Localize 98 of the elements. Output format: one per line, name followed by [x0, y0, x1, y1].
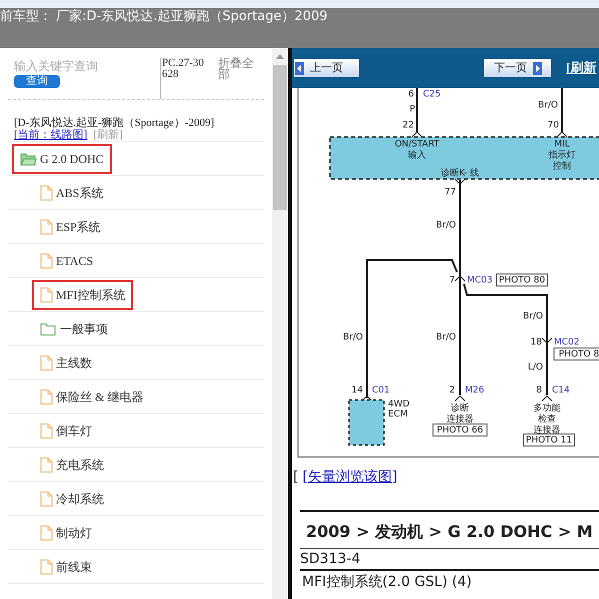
tree-item-label: ETACS — [56, 252, 94, 270]
diagram-label: 连接器 — [446, 414, 474, 424]
pin-number: 22 — [402, 120, 414, 130]
scrollbar[interactable] — [272, 48, 288, 599]
wire-color-label: Br/O — [436, 332, 456, 342]
diagram-label: MIL — [554, 139, 570, 150]
vehicle-label: [D-东风悦达.起亚-狮跑（Sportage）-2009] — [14, 118, 216, 129]
tree-item-label: MFI控制系统 — [56, 286, 126, 304]
right-arrow-icon — [533, 62, 542, 74]
photo-tag: PHOTO 66 — [432, 424, 488, 436]
folder-icon — [40, 322, 57, 336]
diagram-label: ON/START — [394, 139, 440, 150]
current-view-link[interactable]: [当前：线路图] — [14, 129, 88, 141]
scroll-up-icon[interactable] — [276, 54, 284, 59]
pin-number: 14 — [352, 385, 363, 396]
collapse-all-link[interactable]: 折叠全部 — [218, 58, 260, 80]
tree-item-label: 前线束 — [56, 558, 92, 576]
vector-view-link[interactable]: [矢量浏览该图] — [302, 466, 398, 488]
document-icon — [40, 422, 53, 438]
tree-item[interactable]: 冷却系统 — [32, 484, 112, 514]
tree-item[interactable]: ETACS — [32, 246, 102, 276]
pin-number: 70 — [548, 120, 559, 130]
document-icon — [40, 388, 53, 404]
diagram-label: 控制 — [553, 161, 571, 172]
folder-icon — [20, 152, 37, 166]
wire-color-label: Br/O — [343, 332, 363, 342]
tree-item[interactable]: ABS系统 — [32, 178, 112, 208]
breadcrumb: 2009 > 发动机 > G 2.0 DOHC > M — [305, 521, 594, 543]
scrollbar-thumb[interactable] — [273, 65, 287, 210]
connector-code: C01 — [372, 385, 390, 396]
next-page-button[interactable]: 下一页 — [484, 59, 551, 77]
previous-page-button[interactable]: 上一页 — [294, 59, 359, 77]
search-button[interactable]: 查询 — [14, 75, 60, 88]
tree-item-label: ESP系统 — [56, 218, 101, 236]
tree-item-label: 充电系统 — [56, 456, 104, 474]
bracket-text: [ — [293, 468, 298, 486]
tree-item-label: 一般事项 — [60, 320, 108, 338]
document-icon — [40, 354, 53, 370]
document-icon — [40, 456, 53, 472]
connector-code: MC02 — [554, 337, 580, 348]
tree-item[interactable]: 前线束 — [32, 552, 100, 582]
tree-item[interactable]: 制动灯 — [32, 518, 100, 548]
tree-item[interactable]: 保险丝 & 继电器 — [32, 382, 152, 412]
title-text: 前车型： 厂家:D-东风悦达.起亚狮跑（Sportage）2009 — [0, 8, 328, 26]
refresh-link[interactable]: [刷新 — [566, 58, 596, 78]
connector-code: M26 — [465, 385, 484, 396]
wire-color-label: Br/O — [436, 220, 456, 230]
tree-item-label: ABS系统 — [56, 184, 104, 202]
diagram-label: 指示灯 — [548, 150, 576, 160]
tree-item-label: 制动灯 — [56, 524, 92, 542]
document-icon — [40, 184, 53, 200]
tree-item-label: 保险丝 & 继电器 — [56, 388, 144, 406]
left-arrow-icon — [295, 62, 304, 74]
diagram-label: 检查 — [538, 414, 556, 424]
diagram-label: 诊断 — [451, 403, 469, 414]
photo-tag: PHOTO 8 — [554, 348, 599, 360]
pin-number: 6 — [408, 89, 414, 100]
tree-item[interactable]: 一般事项 — [32, 314, 116, 344]
wire-color-label: L/O — [528, 362, 543, 372]
diagram-label: 多功能 — [534, 403, 560, 414]
pin-number: 8 — [536, 385, 542, 396]
photo-tag: PHOTO 11 — [523, 434, 575, 446]
tree-item-label: 冷却系统 — [56, 490, 104, 508]
document-icon — [40, 218, 53, 234]
pin-number: 7 — [449, 275, 455, 286]
search-field[interactable]: 输入关键字查询 — [14, 58, 154, 74]
pin-number: 2 — [449, 385, 455, 396]
tree-item[interactable]: 充电系统 — [32, 450, 112, 480]
pin-number: 77 — [444, 187, 456, 198]
tree-item-label: 主线数 — [56, 354, 92, 372]
document-icon — [40, 490, 53, 506]
connector-code: C14 — [552, 385, 570, 396]
tree-item-label: G 2.0 DOHC — [40, 150, 104, 168]
diagram-label: 连接器 — [534, 425, 560, 436]
photo-tag: PHOTO 80 — [496, 274, 548, 286]
document-icon — [40, 286, 53, 302]
diagram-label: ECM — [388, 409, 408, 420]
tree-item[interactable]: G 2.0 DOHC — [12, 144, 112, 174]
wire-color-label: Br/O — [538, 100, 558, 110]
diagram-label: 4WD — [388, 399, 410, 410]
document-code: SD313-4 — [300, 549, 599, 571]
tree-item[interactable]: 主线数 — [32, 348, 100, 378]
tree-item-label: 倒车灯 — [56, 422, 92, 440]
connector-code: C25 — [423, 89, 441, 100]
wire-color-label: Br/O — [523, 311, 543, 322]
diagram-label: 输入 — [408, 150, 426, 160]
document-icon — [40, 252, 53, 268]
tree-item[interactable]: MFI控制系统 — [32, 280, 134, 310]
document-icon — [40, 524, 53, 540]
document-icon — [40, 558, 53, 574]
pin-number: 18 — [530, 337, 542, 348]
wire-color-label: P — [410, 104, 415, 114]
code-label: PC.27-30628 — [160, 58, 208, 99]
tree-item[interactable]: ESP系统 — [32, 212, 109, 242]
document-title: MFI控制系统(2.0 GSL) (4) — [302, 573, 473, 592]
tree-item[interactable]: 倒车灯 — [32, 416, 100, 446]
connector-code: MC03 — [467, 275, 493, 286]
diagram-label: 诊断K- 线 — [440, 168, 480, 178]
